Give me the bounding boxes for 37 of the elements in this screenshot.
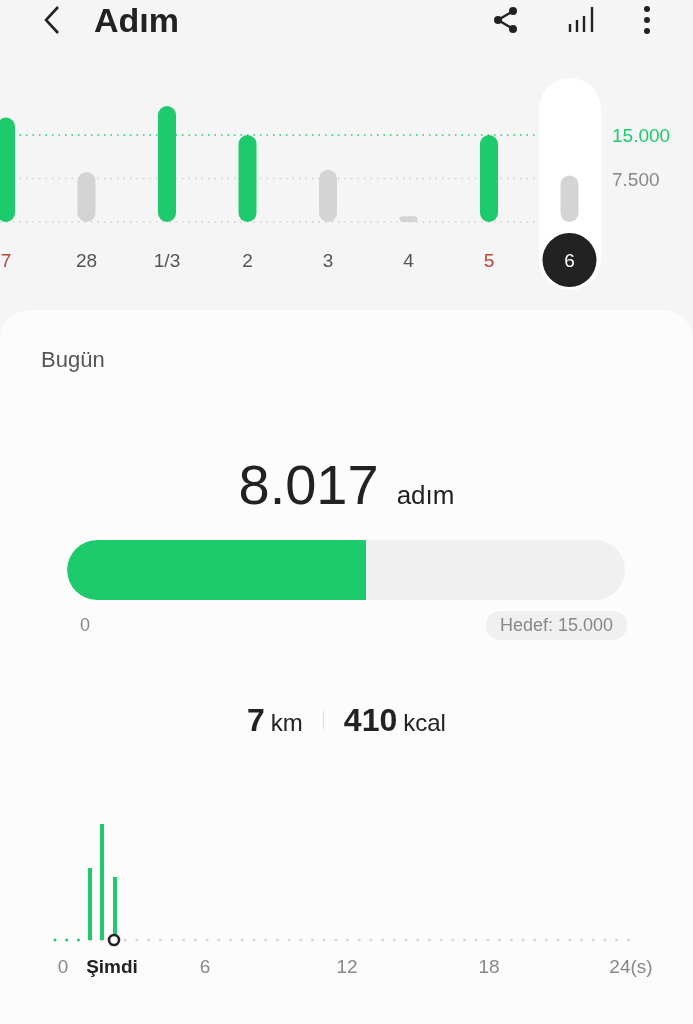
stat-unit: kcal: [403, 708, 446, 737]
day-bar[interactable]: [399, 216, 418, 222]
day-label[interactable]: 5: [483, 250, 495, 271]
page-title: Adım: [94, 0, 179, 40]
goal-label: Hedef: 15.000: [485, 610, 627, 640]
hour-label: 6: [199, 956, 211, 977]
day-bar[interactable]: [319, 169, 337, 222]
day-label[interactable]: 4: [403, 250, 414, 271]
day-bar[interactable]: [480, 135, 498, 222]
day-label[interactable]: 28: [75, 250, 98, 271]
day-label[interactable]: 2: [242, 250, 253, 271]
day-bar[interactable]: [158, 106, 176, 222]
more-icon[interactable]: [643, 6, 651, 34]
stat-value: 410: [343, 701, 398, 739]
day-label[interactable]: 6: [564, 250, 575, 271]
share-icon[interactable]: [493, 6, 519, 34]
hour-label: 0: [57, 956, 69, 977]
day-bar[interactable]: [0, 117, 15, 222]
step-unit: adım: [396, 480, 455, 511]
hour-label: 18: [478, 956, 500, 977]
hour-label: Şimdi: [86, 956, 138, 977]
y-tick-label: 7.500: [612, 168, 660, 190]
stat-unit: km: [270, 708, 303, 737]
day-label[interactable]: 1/3: [153, 250, 181, 271]
day-label[interactable]: 7: [0, 250, 12, 271]
day-bar[interactable]: [77, 172, 96, 222]
y-tick-label: 15.000: [612, 125, 671, 146]
selected-day-marker: [542, 233, 597, 287]
progress-start-label: 0: [80, 614, 90, 636]
hour-label: 12: [336, 956, 358, 977]
section-title: Bugün: [41, 346, 105, 374]
hour-label: 24(s): [609, 956, 653, 977]
stat-value: 7: [247, 701, 265, 739]
day-label[interactable]: 3: [322, 250, 334, 271]
bar-chart-icon[interactable]: [567, 6, 595, 34]
day-bar[interactable]: [238, 135, 257, 222]
step-count: 8.017: [238, 455, 379, 515]
